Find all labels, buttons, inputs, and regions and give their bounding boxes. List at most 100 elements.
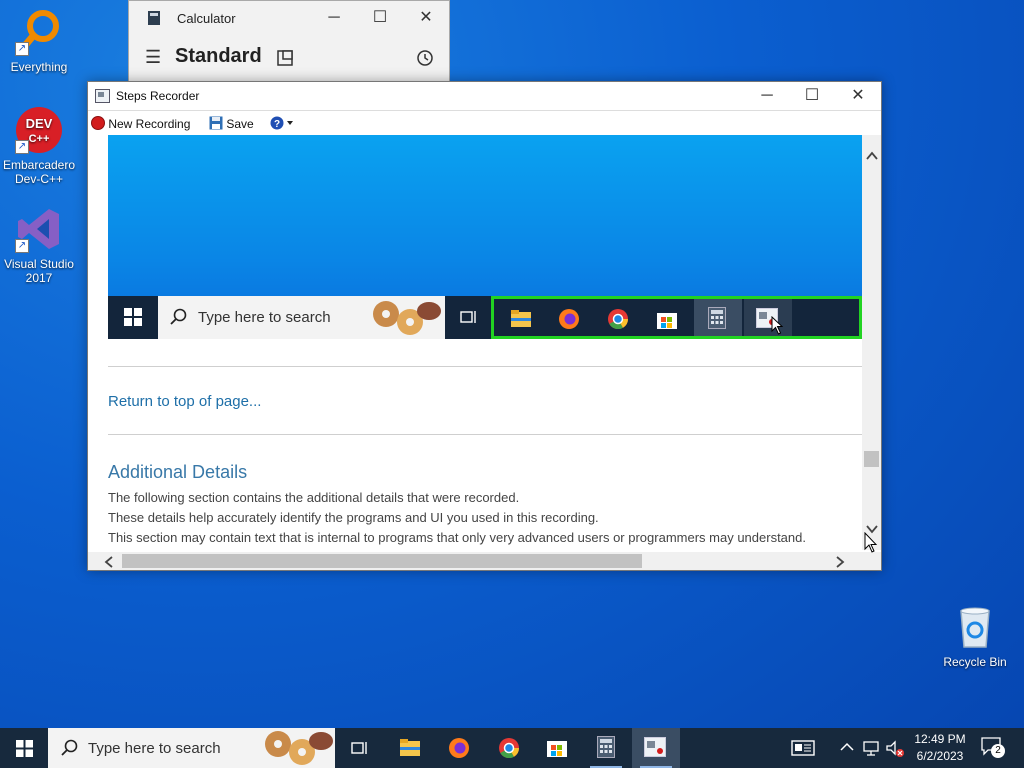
chevron-left-icon[interactable] [104,556,114,568]
news-widget-icon[interactable] [791,740,815,756]
desktop-icon-devcpp[interactable]: DEV C++ ↗ Embarcadero Dev-C++ [0,106,78,186]
calculator-icon [597,736,615,758]
desktop-icon-label: Visual Studio 2017 [4,257,74,285]
calculator-window[interactable]: Calculator ─ ☐ ✕ ☰ Standard [128,0,450,84]
start-button[interactable] [0,728,48,768]
taskbar-file-explorer[interactable] [386,728,434,768]
help-menu-button[interactable]: ? [270,116,296,131]
calculator-title: Calculator [177,11,236,26]
donut-search-highlight-icon [373,301,441,335]
save-label: Save [226,117,254,131]
step-highlight-box [491,296,862,339]
steps-recorder-app-icon [95,89,110,103]
taskbar-steps-recorder[interactable] [632,728,680,768]
steps-recorder-window[interactable]: Steps Recorder ─ ☐ ✕ New Recording Save … [87,81,882,571]
maximize-button[interactable]: ☐ [789,80,835,112]
chrome-icon [608,309,629,330]
chevron-up-icon[interactable] [840,742,854,752]
screenshot-taskbar: Type here to search [108,296,862,339]
vertical-scroll-thumb[interactable] [864,451,879,467]
taskbar-chrome[interactable] [485,728,533,768]
horizontal-scroll-thumb[interactable] [122,554,642,568]
maximize-button[interactable]: ☐ [357,2,403,34]
minimize-button[interactable]: ─ [744,80,790,112]
recycle-bin-icon [951,603,999,651]
calculator-mode-title: Standard [175,45,262,67]
windows-start-icon [124,308,142,326]
shortcut-arrow-icon: ↗ [15,239,29,253]
firefox-icon [449,738,469,758]
window-title: Steps Recorder [116,89,200,103]
clock-time: 12:49 PM [914,732,966,746]
taskbar-calculator[interactable] [582,728,630,768]
search-icon [61,739,78,756]
screenshot-search-box: Type here to search [158,296,445,339]
action-center-button[interactable]: 2 [980,736,1006,760]
network-icon[interactable] [862,740,880,756]
return-to-top-link[interactable]: Return to top of page... [108,393,261,410]
desktop-icon-recycle-bin[interactable]: Recycle Bin [936,603,1014,669]
step-screenshot: Type here to search [108,135,862,339]
desktop-icon-label: Recycle Bin [943,655,1007,669]
history-icon[interactable] [416,49,434,67]
chevron-up-icon[interactable] [866,151,878,161]
calculator-icon [708,307,726,329]
screenshot-search-placeholder: Type here to search [198,309,331,326]
windows-start-icon [16,740,33,757]
chrome-icon [499,738,520,759]
steps-recorder-icon [644,737,666,757]
donut-search-highlight-icon [265,731,333,765]
taskbar-microsoft-store[interactable] [533,728,581,768]
taskbar: Type here to search 12:49 PM 6/2/2023 2 [0,728,1024,768]
search-icon [170,308,187,325]
divider [108,366,862,367]
save-button[interactable]: Save [209,116,254,131]
record-icon [91,116,105,130]
clock[interactable]: 12:49 PM 6/2/2023 [905,732,975,763]
taskbar-firefox[interactable] [435,728,483,768]
file-explorer-icon [400,739,420,756]
volume-muted-icon[interactable] [885,740,905,758]
horizontal-scrollbar[interactable] [88,552,881,570]
desktop-icon-visual-studio[interactable]: ↗ Visual Studio 2017 [0,205,78,285]
devcpp-icon: DEV C++ ↗ [15,106,63,154]
title-bar[interactable]: Steps Recorder ─ ☐ ✕ [88,82,881,111]
desktop-icon-everything[interactable]: ↗ Everything [0,8,78,74]
search-placeholder: Type here to search [88,740,221,757]
firefox-icon [559,309,579,329]
chevron-right-icon[interactable] [835,556,845,568]
svg-text:C++: C++ [29,133,50,145]
new-recording-button[interactable]: New Recording [91,116,190,131]
task-view-button[interactable] [336,728,384,768]
taskbar-search-box[interactable]: Type here to search [48,728,335,768]
details-line: These details help accurately identify t… [108,510,599,525]
microsoft-store-icon [547,741,567,757]
keep-on-top-icon[interactable] [277,50,293,66]
svg-text:?: ? [274,119,280,130]
vertical-scrollbar[interactable] [862,135,881,550]
microsoft-store-icon [657,313,677,329]
task-view-icon [351,742,367,754]
mouse-cursor-icon [771,316,784,335]
toolbar: New Recording Save ? [88,112,881,134]
shortcut-arrow-icon: ↗ [15,42,29,56]
calculator-app-icon [148,11,160,25]
hamburger-menu-icon[interactable]: ☰ [145,47,161,68]
calculator-taskbar-button [694,299,742,336]
task-view-icon [460,311,476,323]
details-line: The following section contains the addit… [108,490,520,505]
file-explorer-icon [511,310,531,327]
desktop-icon-label: Everything [10,60,68,74]
clock-date: 6/2/2023 [916,749,964,763]
close-button[interactable]: ✕ [403,2,449,34]
save-icon [209,116,223,130]
new-recording-label: New Recording [108,117,191,131]
visual-studio-icon: ↗ [15,205,63,253]
minimize-button[interactable]: ─ [311,2,357,34]
close-button[interactable]: ✕ [835,80,881,112]
shortcut-arrow-icon: ↗ [15,140,29,154]
recording-document: Type here to search Return to top of pag… [88,135,862,550]
help-icon: ? [270,116,293,130]
notification-count-badge: 2 [991,744,1005,758]
details-line: This section may contain text that is in… [108,530,806,545]
